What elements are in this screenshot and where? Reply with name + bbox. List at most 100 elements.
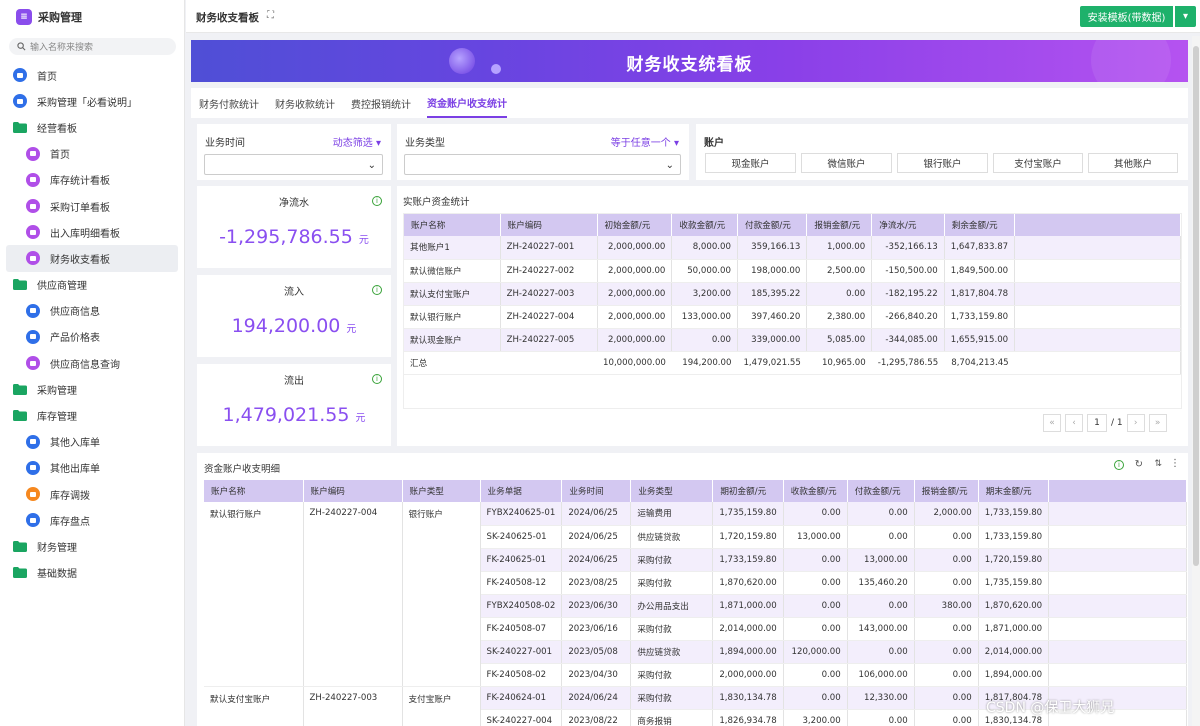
- table-cell: 0.00: [914, 663, 979, 687]
- info-icon[interactable]: i: [372, 285, 382, 295]
- install-template-button[interactable]: 安装模板(带数据): [1080, 6, 1173, 27]
- column-header[interactable]: 收款金额/元: [671, 214, 738, 236]
- install-dropdown-button[interactable]: ▾: [1174, 6, 1196, 27]
- account-alipay-button[interactable]: 支付宝账户: [993, 153, 1083, 173]
- account-cash-button[interactable]: 现金账户: [705, 153, 796, 173]
- sidebar-item[interactable]: 库存管理: [0, 402, 184, 428]
- table-row[interactable]: FK-240508-02 2023/04/30 采购付款 2,000,000.00 0.…: [204, 663, 1188, 687]
- column-header[interactable]: 业务类型: [630, 480, 714, 502]
- sidebar-item[interactable]: 其他入库单: [0, 429, 184, 455]
- column-header[interactable]: 剩余金额/元: [944, 214, 1016, 236]
- summary-title: 实账户资金统计: [403, 197, 470, 208]
- sidebar-item-label: 出入库明细看板: [50, 228, 120, 240]
- table-cell: 0.00: [783, 594, 848, 618]
- table-cell: 2,014,000.00: [712, 617, 784, 641]
- sidebar-item[interactable]: 供应商信息查询: [0, 350, 184, 376]
- sort-icon[interactable]: ⇅: [1154, 459, 1162, 469]
- column-header[interactable]: 账户类型: [402, 480, 481, 502]
- table-row[interactable]: SK-240625-01 2024/06/25 供应链贷款 1,720,159.80 1…: [204, 525, 1188, 549]
- sidebar-item[interactable]: 采购订单看板: [0, 193, 184, 219]
- filter-type-select[interactable]: ⌄: [404, 154, 681, 175]
- table-row[interactable]: 汇总 10,000,000.00 194,200.00 1,479,021.55 10,…: [404, 351, 1181, 375]
- dashboard-icon: [26, 172, 40, 187]
- filter-time-select[interactable]: ⌄: [204, 154, 383, 175]
- table-row[interactable]: 默认银行账户 ZH-240227-004 2,000,000.00 133,000.0…: [404, 305, 1181, 329]
- table-row[interactable]: FK-240508-07 2023/06/16 采购付款 2,014,000.00 0.…: [204, 617, 1188, 641]
- column-header[interactable]: 付款金额/元: [847, 480, 915, 502]
- sidebar-item[interactable]: 首页: [0, 141, 184, 167]
- column-header[interactable]: 业务时间: [561, 480, 632, 502]
- column-header[interactable]: 期初金额/元: [712, 480, 784, 502]
- table-cell: 1,733,159.80: [978, 525, 1050, 549]
- table-row[interactable]: 默认支付宝账户 ZH-240227-003 2,000,000.00 3,200.00…: [404, 282, 1181, 306]
- sidebar-item[interactable]: 库存调拨: [0, 481, 184, 507]
- column-header[interactable]: 账户编码: [500, 214, 598, 236]
- table-row[interactable]: FYBX240508-02 2023/06/30 办公用品支出 1,871,000.0…: [204, 594, 1188, 618]
- sidebar-item[interactable]: 其他出库单: [0, 455, 184, 481]
- page-number-input[interactable]: 1: [1087, 414, 1107, 432]
- column-header[interactable]: 账户名称: [204, 480, 304, 502]
- sidebar-item[interactable]: 经营看板: [0, 114, 184, 140]
- column-header[interactable]: 收款金额/元: [783, 480, 848, 502]
- sidebar-item[interactable]: 基础数据: [0, 560, 184, 586]
- table-row[interactable]: 默认银行账户 ZH-240227-004 银行账户 FYBX240625-01 2024…: [204, 502, 1188, 526]
- sidebar-item[interactable]: 采购管理: [0, 376, 184, 402]
- column-header[interactable]: 付款金额/元: [737, 214, 808, 236]
- sidebar-item-label: 供应商信息查询: [50, 359, 120, 371]
- tab-expense-stats[interactable]: 费控报销统计: [351, 88, 411, 118]
- table-cell: 10,000,000.00: [597, 351, 672, 375]
- table-row[interactable]: FK-240508-12 2023/08/25 采购付款 1,870,620.00 0.…: [204, 571, 1188, 595]
- next-page-button[interactable]: ›: [1126, 414, 1145, 432]
- page-scrollbar[interactable]: [1192, 36, 1200, 726]
- column-header[interactable]: 账户名称: [404, 214, 501, 236]
- sidebar-item[interactable]: 供应商信息: [0, 298, 184, 324]
- info-icon[interactable]: i: [372, 196, 382, 206]
- account-bank-button[interactable]: 银行账户: [897, 153, 988, 173]
- tab-payment-stats[interactable]: 财务付款统计: [199, 88, 259, 118]
- refresh-icon[interactable]: ↻: [1135, 459, 1143, 470]
- column-header[interactable]: 净流水/元: [871, 214, 945, 236]
- column-header[interactable]: 业务单据: [480, 480, 563, 502]
- first-page-button[interactable]: «: [1043, 414, 1061, 432]
- sidebar-item[interactable]: 财务管理: [0, 533, 184, 559]
- account-wechat-button[interactable]: 微信账户: [801, 153, 892, 173]
- table-row[interactable]: SK-240227-001 2023/05/08 供应链贷款 1,894,000.00…: [204, 640, 1188, 664]
- last-page-button[interactable]: »: [1148, 414, 1167, 432]
- sidebar-item[interactable]: 产品价格表: [0, 324, 184, 350]
- sidebar-item[interactable]: 库存统计看板: [0, 167, 184, 193]
- sidebar-item[interactable]: 库存盘点: [0, 507, 184, 533]
- chevron-down-icon: ▾: [1182, 11, 1189, 22]
- table-row[interactable]: 其他账户1 ZH-240227-001 2,000,000.00 8,000.00 35…: [404, 236, 1181, 260]
- sidebar-item[interactable]: 采购管理「必看说明」: [0, 88, 184, 114]
- tab-account-stats[interactable]: 资金账户收支统计: [427, 88, 507, 118]
- prev-page-button[interactable]: ‹: [1065, 414, 1083, 432]
- filter-type-mode[interactable]: 等于任意一个 ▾: [611, 134, 679, 149]
- account-detail-card: 资金账户收支明细 i ↻ ⇅ ⋮ 账户名称 账户编码 账户类型 业务单据 业务时间 业务类…: [197, 453, 1188, 726]
- stat-value: 194,200.00 元: [197, 315, 391, 337]
- table-cell: [303, 594, 403, 617]
- table-row[interactable]: 默认现金账户 ZH-240227-005 2,000,000.00 0.00 339,0…: [404, 328, 1181, 352]
- sidebar-item[interactable]: 供应商管理: [0, 272, 184, 298]
- column-header[interactable]: 报销金额/元: [914, 480, 979, 502]
- sidebar-item[interactable]: 财务收支看板: [6, 245, 178, 272]
- table-row[interactable]: 默认微信账户 ZH-240227-002 2,000,000.00 50,000.00…: [404, 259, 1181, 283]
- info-icon[interactable]: i: [1114, 460, 1124, 470]
- more-icon[interactable]: ⋮: [1170, 458, 1180, 469]
- sidebar-item-label: 财务管理: [37, 542, 77, 554]
- dashboard-banner: 财务收支统看板: [191, 40, 1188, 82]
- filter-time-mode[interactable]: 动态筛选 ▾: [333, 134, 381, 149]
- sidebar-item[interactable]: 首页: [0, 62, 184, 88]
- column-header[interactable]: 初始金额/元: [597, 214, 673, 236]
- column-header[interactable]: 期末金额/元: [978, 480, 1050, 502]
- info-icon[interactable]: i: [372, 374, 382, 384]
- column-header[interactable]: 报销金额/元: [806, 214, 873, 236]
- search-input[interactable]: 输入名称来搜索: [9, 38, 176, 55]
- fullscreen-icon[interactable]: ⛶: [267, 10, 274, 21]
- table-row[interactable]: FK-240625-01 2024/06/25 采购付款 1,733,159.80 0.…: [204, 548, 1188, 572]
- table-cell: 133,000.00: [671, 305, 738, 329]
- tab-receipt-stats[interactable]: 财务收款统计: [275, 88, 335, 118]
- column-header[interactable]: 账户编码: [303, 480, 403, 502]
- scrollbar-thumb[interactable]: [1193, 46, 1199, 566]
- account-other-button[interactable]: 其他账户: [1088, 153, 1178, 173]
- sidebar-item[interactable]: 出入库明细看板: [0, 219, 184, 245]
